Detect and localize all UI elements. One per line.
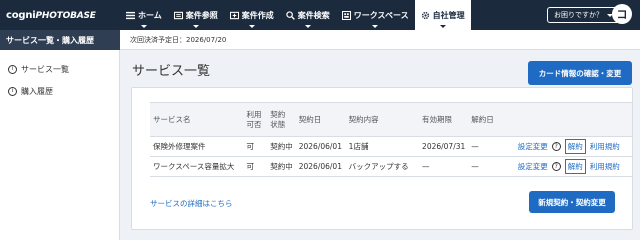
- main-nav: ホーム 案件参照 案件作成 案件検索 ワークスペース 自社管理: [120, 0, 471, 30]
- nav-case-create[interactable]: 案件作成: [224, 0, 280, 30]
- page-title: サービス一覧: [132, 64, 211, 79]
- cell-service-name: 保険外修理案件: [150, 136, 244, 157]
- cell-content: 1店舗: [345, 136, 420, 157]
- cancel-link[interactable]: 解約: [564, 139, 586, 154]
- cell-actions: 設定変更 ? 解約 利用規約: [514, 156, 632, 177]
- cell-available: 可: [243, 156, 268, 177]
- cell-actions: 設定変更 ? 解約 利用規約: [514, 136, 632, 157]
- row-actions: 設定変更 ? 解約 利用規約: [518, 159, 629, 174]
- chevron-down-icon: [192, 25, 199, 28]
- cell-expiry: 2026/07/31: [419, 136, 469, 157]
- folder-plus-icon: [229, 11, 239, 19]
- search-icon: [286, 10, 295, 20]
- cell-expiry: —: [419, 156, 469, 177]
- chevron-down-icon: [248, 25, 255, 28]
- nav-case-view-label: 案件参照: [185, 10, 218, 20]
- help-button[interactable]: お困りですか？: [547, 7, 620, 23]
- cancel-link[interactable]: 解約: [564, 159, 586, 174]
- nav-workspace[interactable]: ワークスペース: [336, 0, 415, 30]
- logo-tag: PHOTOBASE: [35, 10, 96, 21]
- cell-contract-date: 2026/06/01: [295, 136, 346, 157]
- cell-service-name: ワークスペース容量拡大: [150, 156, 244, 177]
- sidebar-item-purchase-history[interactable]: i 購入履歴: [0, 80, 119, 102]
- sidebar-item-label: 購入履歴: [21, 86, 53, 96]
- info-icon: i: [8, 64, 17, 74]
- col-contract-date: 契約日: [295, 102, 346, 137]
- info-icon: i: [8, 86, 17, 96]
- nav-case-view[interactable]: 案件参照: [168, 0, 224, 30]
- table-row: 保険外修理案件 可 契約中 2026/06/01 1店舗 2026/07/31 …: [150, 136, 632, 157]
- logo-main: cogni: [6, 9, 36, 21]
- col-content: 契約内容: [345, 102, 420, 137]
- col-service-name: サービス名: [150, 102, 244, 137]
- nav-home-label: ホーム: [138, 10, 162, 20]
- col-status-label: 契約 状態: [270, 109, 286, 129]
- nav-case-create-label: 案件作成: [241, 10, 274, 20]
- chevron-down-icon: [140, 25, 147, 28]
- sidebar-item-label: サービス一覧: [21, 64, 69, 74]
- col-available: 利用 可否: [243, 102, 268, 137]
- col-available-label: 利用 可否: [246, 109, 262, 129]
- cell-cancel-date: —: [468, 136, 515, 157]
- gear-icon: [421, 11, 429, 19]
- app-logo[interactable]: cogniPHOTOBASE: [0, 10, 120, 21]
- help-button-label: お困りですか？: [554, 11, 603, 19]
- cell-cancel-date: —: [468, 156, 515, 177]
- service-table: サービス名 利用 可否 契約 状態 契約日 契約内容 有効期限 解約日 保険外修理案…: [150, 102, 632, 177]
- table-header-row: サービス名 利用 可否 契約 状態 契約日 契約内容 有効期限 解約日: [150, 102, 632, 137]
- col-expiry: 有効期限: [419, 102, 469, 137]
- next-payment-bar: 次回決済予定日：2026/07/20: [120, 30, 640, 50]
- nav-case-search[interactable]: 案件検索: [280, 0, 336, 30]
- list-icon: [126, 11, 135, 19]
- cell-status: 契約中: [267, 136, 296, 157]
- chevron-down-icon: [439, 25, 446, 28]
- top-navbar: cogniPHOTOBASE ホーム 案件参照 案件作成 案件検索 ワークスペー…: [0, 0, 640, 30]
- sidebar-item-service-list[interactable]: i サービス一覧: [0, 58, 119, 80]
- sidebar-heading: サービス一覧・購入履歴: [0, 30, 120, 50]
- nav-company-admin-label: 自社管理: [432, 10, 465, 20]
- help-circle-icon[interactable]: ?: [551, 142, 561, 151]
- row-actions: 設定変更 ? 解約 利用規約: [518, 139, 629, 154]
- nav-company-admin[interactable]: 自社管理: [414, 0, 471, 30]
- card-info-button[interactable]: カード情報の確認・変更: [528, 61, 632, 85]
- sidebar: i サービス一覧 i 購入履歴: [0, 50, 120, 240]
- nav-case-search-label: 案件検索: [297, 10, 330, 20]
- cell-content: バックアップする: [345, 156, 420, 177]
- setting-change-link[interactable]: 設定変更: [518, 161, 548, 172]
- service-detail-link[interactable]: サービスの詳細はこちら: [150, 198, 233, 209]
- col-actions: [514, 102, 632, 137]
- terms-link[interactable]: 利用規約: [590, 141, 620, 152]
- service-panel: サービス名 利用 可否 契約 状態 契約日 契約内容 有効期限 解約日 保険外修理案…: [131, 87, 633, 230]
- new-contract-button[interactable]: 新規契約・契約変更: [529, 191, 615, 213]
- cell-contract-date: 2026/06/01: [295, 156, 346, 177]
- chevron-down-icon: [304, 25, 311, 28]
- table-row: ワークスペース容量拡大 可 契約中 2026/06/01 バックアップする — …: [150, 156, 632, 177]
- grid-icon: [341, 10, 351, 20]
- next-payment-text: 次回決済予定日：2026/07/20: [130, 35, 227, 44]
- help-circle-icon[interactable]: ?: [551, 162, 561, 171]
- col-cancel-date: 解約日: [468, 102, 515, 137]
- avatar[interactable]: コ: [612, 4, 632, 24]
- cell-available: 可: [243, 136, 268, 157]
- nav-workspace-label: ワークスペース: [353, 10, 409, 20]
- folder-icon: [173, 11, 183, 19]
- chevron-down-icon: [372, 25, 379, 28]
- col-status: 契約 状態: [267, 102, 296, 137]
- setting-change-link[interactable]: 設定変更: [518, 141, 548, 152]
- cell-status: 契約中: [267, 156, 296, 177]
- terms-link[interactable]: 利用規約: [590, 161, 620, 172]
- nav-home[interactable]: ホーム: [120, 0, 168, 30]
